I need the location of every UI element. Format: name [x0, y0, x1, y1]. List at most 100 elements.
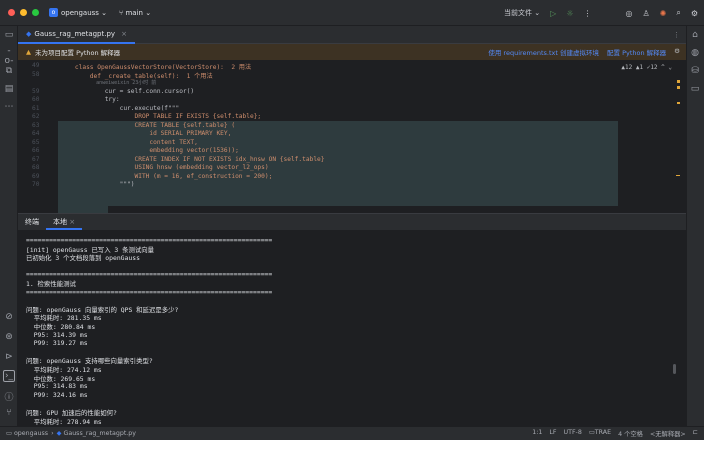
- copilot-icon[interactable]: ◎: [625, 9, 632, 18]
- sciview-icon[interactable]: ▭: [689, 84, 701, 94]
- more-tools-icon[interactable]: ⋯: [3, 102, 15, 112]
- run-config-selector[interactable]: 当前文件 ⌄: [504, 8, 540, 18]
- close-window-button[interactable]: [8, 9, 15, 16]
- gear-icon[interactable]: ⚙: [674, 47, 680, 57]
- left-tool-strip: ▭ -o- ⧉ ▤ ⋯ ⊘ ⊛ ⊳ ›_ ⓘ ⑂: [0, 26, 18, 426]
- ide-window: o opengauss ⌄ ⑂ main ⌄ 当前文件 ⌄ ▷ ☼ ⋮ ◎ ♙ …: [0, 0, 704, 440]
- project-name: opengauss: [61, 8, 99, 17]
- chevron-down-icon: ⌄: [101, 8, 108, 17]
- title-bar: o opengauss ⌄ ⑂ main ⌄ 当前文件 ⌄ ▷ ☼ ⋮ ◎ ♙ …: [0, 0, 704, 26]
- code-line: DROP TABLE IF EXISTS {self.table};: [60, 113, 262, 120]
- file-encoding[interactable]: UTF-8: [563, 429, 581, 438]
- line-number: 66: [32, 147, 40, 154]
- terminal-header: 终端 本地 ×: [18, 214, 686, 230]
- terminal-icon[interactable]: ›_: [3, 370, 15, 382]
- line-number: 60: [32, 96, 40, 103]
- code-editor[interactable]: ▲12 ▲1 ✓12 ^ ⌄ 49 class OpenGaussVectorS…: [18, 60, 686, 215]
- services-icon[interactable]: ⊛: [3, 332, 15, 342]
- configure-interpreter-link[interactable]: 配置 Python 解释器: [607, 47, 666, 57]
- terminal-line: P99: 324.16 ms: [26, 390, 88, 399]
- code-line: content TEXT,: [60, 138, 198, 146]
- close-tab-icon[interactable]: ×: [69, 218, 75, 226]
- settings-icon[interactable]: ⚙: [691, 9, 698, 18]
- terminal-line: P99: 319.27 ms: [26, 339, 88, 348]
- line-number: 67: [32, 155, 40, 163]
- code-line: CREATE TABLE {self.table} (: [60, 121, 236, 129]
- breadcrumb-file[interactable]: Gauss_rag_metagpt.py: [63, 430, 136, 437]
- right-tool-strip: ⌂ ◍ ⛁ ▭: [686, 26, 704, 426]
- project-badge: o: [49, 8, 58, 17]
- inspection-widget[interactable]: ▲12 ▲1 ✓12 ^ ⌄: [621, 64, 672, 71]
- code-line: cur = self.conn.cursor(): [60, 87, 195, 95]
- code-line: cur.execute(f""": [60, 104, 180, 112]
- python-file-icon: ◆: [26, 29, 32, 38]
- line-number: 58: [32, 70, 40, 78]
- breadcrumb-separator: ›: [51, 430, 54, 437]
- problems-icon[interactable]: ⓘ: [3, 390, 15, 403]
- code-line: try:: [60, 96, 120, 103]
- search-icon[interactable]: ⌕: [676, 8, 680, 18]
- scroll-marker: [677, 86, 680, 89]
- plugin-icon[interactable]: ✺: [660, 9, 667, 18]
- structure-icon[interactable]: ⧉: [3, 66, 15, 76]
- folder-icon[interactable]: ▭: [3, 30, 15, 40]
- create-venv-link[interactable]: 使用 requirements.txt 创建虚拟环境: [488, 47, 599, 57]
- line-number: 59: [32, 87, 40, 95]
- branch-selector[interactable]: ⑂ main ⌄: [119, 9, 151, 17]
- commit-icon[interactable]: -o-: [3, 46, 15, 66]
- line-number: 70: [32, 181, 40, 188]
- code-line: """): [60, 181, 135, 188]
- tab-local-label: 本地: [53, 218, 67, 226]
- line-number: 49: [32, 62, 40, 69]
- terminal-line: ========================================…: [26, 236, 273, 244]
- database-icon[interactable]: ⛁: [689, 66, 701, 76]
- banner-message: 未为项目配置 Python 解释器: [35, 49, 121, 57]
- editor-tab-bar: ◆ Gauss_rag_metagpt.py × ⋮: [18, 26, 686, 44]
- code-line: CREATE INDEX IF NOT EXISTS idx_hnsw ON {…: [60, 155, 325, 163]
- close-tab-icon[interactable]: ×: [121, 30, 127, 38]
- warning-icon: ▲: [26, 48, 31, 56]
- code-line: anweiweixin 23小时 前: [60, 80, 157, 86]
- more-icon[interactable]: ⋮: [583, 9, 591, 18]
- terminal-line: ========================================…: [26, 287, 273, 296]
- terminal-title: 终端: [25, 218, 39, 226]
- scroll-marker: [676, 175, 680, 176]
- indent-setting[interactable]: 4 个空格: [618, 429, 643, 438]
- project-selector[interactable]: opengauss ⌄: [61, 9, 107, 17]
- interpreter-selector[interactable]: <无解释器>: [650, 429, 686, 438]
- tab-gauss-rag-metagpt[interactable]: ◆ Gauss_rag_metagpt.py ×: [18, 26, 135, 44]
- git-icon[interactable]: ⑂: [3, 408, 15, 418]
- line-number: 65: [32, 138, 40, 146]
- tab-label: Gauss_rag_metagpt.py: [34, 29, 116, 38]
- caret-position[interactable]: 1:1: [532, 429, 542, 438]
- maximize-window-button[interactable]: [32, 9, 39, 16]
- terminal-output[interactable]: ========================================…: [18, 230, 686, 426]
- ai-assistant-icon[interactable]: ◍: [689, 48, 701, 58]
- chevron-down-icon: ⌄: [534, 9, 541, 17]
- minimize-window-button[interactable]: [20, 9, 27, 16]
- run-icon[interactable]: ▷: [550, 9, 556, 18]
- line-number: 69: [32, 172, 40, 180]
- line-number: 61: [32, 104, 40, 112]
- bookmark-icon[interactable]: ▤: [3, 84, 15, 94]
- line-separator[interactable]: LF: [549, 429, 556, 438]
- branch-name: main: [125, 8, 143, 17]
- terminal-line: P95: 314.39 ms: [26, 330, 88, 339]
- code-line: embedding vector(1536));: [60, 147, 239, 154]
- debug-icon[interactable]: ☼: [566, 9, 573, 18]
- tab-options-icon[interactable]: ⋮: [673, 31, 680, 39]
- run-config-label: 当前文件: [504, 9, 533, 17]
- terminal-line: 已初始化 3 个文档段落到 openGauss: [26, 254, 140, 263]
- git-widget[interactable]: ▭TRAE: [589, 429, 611, 438]
- python-packages-icon[interactable]: ⊘: [3, 312, 15, 322]
- breadcrumb-project[interactable]: opengauss: [14, 430, 48, 437]
- user-icon[interactable]: ♙: [642, 9, 649, 18]
- run-tool-icon[interactable]: ⊳: [3, 352, 15, 362]
- notifications-icon[interactable]: ⌂: [689, 30, 701, 40]
- terminal-scrollbar[interactable]: [673, 364, 676, 374]
- tab-local[interactable]: 本地 ×: [46, 214, 83, 230]
- lock-icon[interactable]: ⊏: [693, 429, 698, 438]
- line-number: 62: [32, 113, 40, 120]
- scroll-marker: [677, 102, 680, 104]
- terminal-line: 平均耗时: 278.94 ms: [26, 417, 102, 426]
